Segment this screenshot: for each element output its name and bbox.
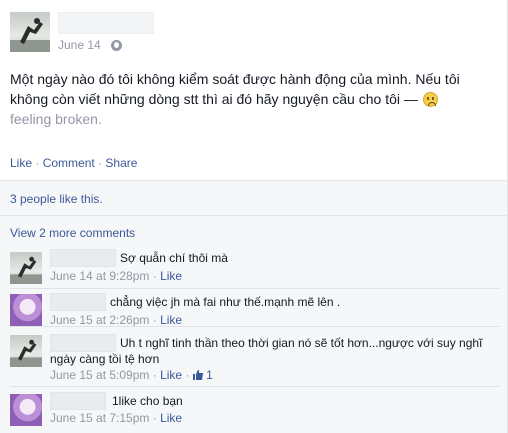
globe-icon[interactable] xyxy=(111,40,122,51)
post-date[interactable]: June 14 xyxy=(58,38,101,52)
author-avatar[interactable] xyxy=(10,12,50,52)
comment-timestamp[interactable]: June 14 at 9:28pm xyxy=(50,269,149,283)
commenter-avatar[interactable] xyxy=(10,252,42,284)
share-button[interactable]: Share xyxy=(105,156,137,170)
separator: · xyxy=(152,269,157,283)
comment-item: Uh t nghĩ tinh thần theo thời gian nó sẽ… xyxy=(0,326,507,386)
comment-timestamp[interactable]: June 15 at 5:09pm xyxy=(50,368,149,382)
like-button[interactable]: Like xyxy=(10,156,32,170)
separator: · xyxy=(98,156,103,170)
comment-like-button[interactable]: Like xyxy=(160,269,182,283)
commenter-avatar[interactable] xyxy=(10,335,42,367)
comment-text: Uh t nghĩ tinh thần theo thời gian nó sẽ… xyxy=(50,336,483,366)
commenter-avatar[interactable] xyxy=(10,394,42,426)
comment-like-button[interactable]: Like xyxy=(160,368,182,382)
comment-meta: June 15 at 5:09pm · Like · 1 xyxy=(50,368,213,382)
separator: · xyxy=(185,368,190,382)
thumbs-up-icon xyxy=(192,370,203,380)
comment-timestamp[interactable]: June 15 at 2:26pm xyxy=(50,313,149,327)
comment-meta: June 14 at 9:28pm · Like xyxy=(50,269,182,283)
comment-item: 1like cho bạn June 15 at 7:15pm · Like xyxy=(0,386,507,433)
view-more-comments-link[interactable]: View 2 more comments xyxy=(10,226,135,240)
commenter-avatar[interactable] xyxy=(10,294,42,326)
comment-item: Sợ quẫn chí thôi mà June 14 at 9:28pm · … xyxy=(0,244,507,288)
comment-text: Sợ quẫn chí thôi mà xyxy=(120,251,228,265)
divider xyxy=(10,288,500,289)
feeling-label[interactable]: feeling broken. xyxy=(10,111,102,127)
separator: · xyxy=(35,156,40,170)
comments-section: 3 people like this. View 2 more comments… xyxy=(0,180,507,433)
comment-like-button[interactable]: Like xyxy=(160,313,182,327)
post-body: Một ngày nào đó tôi không kiểm soát được… xyxy=(10,71,460,107)
comment-button[interactable]: Comment xyxy=(43,156,95,170)
comment-like-count[interactable]: 1 xyxy=(206,368,213,382)
author-name-redacted[interactable] xyxy=(58,12,154,34)
separator: · xyxy=(152,411,157,425)
comment-text: chẳng việc jh mà fai như thế.mạnh mẽ lên… xyxy=(110,295,341,309)
separator: · xyxy=(152,368,157,382)
avatar-figure xyxy=(10,256,42,284)
comment-like-button[interactable]: Like xyxy=(160,411,182,425)
comment-text: 1like cho bạn xyxy=(112,394,183,408)
likes-summary[interactable]: 3 people like this. xyxy=(10,192,103,206)
post-actions: Like · Comment · Share xyxy=(10,156,137,170)
commenter-name-redacted[interactable] xyxy=(50,249,116,267)
divider xyxy=(10,386,500,387)
commenter-name-redacted[interactable] xyxy=(50,293,106,311)
comment-meta: June 15 at 2:26pm · Like xyxy=(50,313,182,327)
divider xyxy=(0,215,507,216)
separator: · xyxy=(152,313,157,327)
comment-timestamp[interactable]: June 15 at 7:15pm xyxy=(50,411,149,425)
divider xyxy=(10,326,500,327)
sad-face-icon xyxy=(422,92,438,107)
comment-meta: June 15 at 7:15pm · Like xyxy=(50,411,182,425)
avatar-figure xyxy=(10,18,50,52)
commenter-name-redacted[interactable] xyxy=(50,392,106,410)
avatar-figure xyxy=(10,339,42,367)
post-text: Một ngày nào đó tôi không kiểm soát được… xyxy=(10,69,480,129)
post-card: June 14 Một ngày nào đó tôi không kiểm s… xyxy=(0,0,508,433)
